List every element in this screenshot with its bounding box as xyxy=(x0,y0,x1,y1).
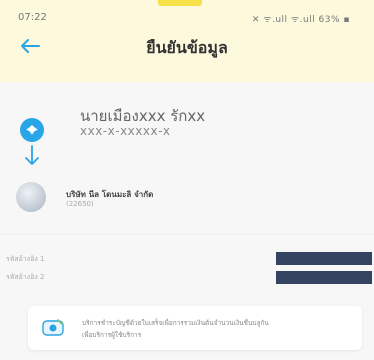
header-bar: 07:22 ✕ ᯤ.ull ᯤ.ull 63% ▪ ยืนยันข้อมูล xyxy=(0,0,374,82)
info-card: บริการชำระบัญชีด้วยใบเสร็จเพื่อการรวมเงิ… xyxy=(28,306,362,350)
info-text-line1: บริการชำระบัญชีด้วยใบเสร็จเพื่อการรวมเงิ… xyxy=(82,319,269,327)
detail-label-2: รหัสอ้างอิง 2 xyxy=(6,273,45,281)
redacted-value-2 xyxy=(276,271,372,284)
merchant-avatar xyxy=(16,182,46,212)
transfer-arrow-icon xyxy=(22,145,42,171)
page-title: ยืนยันข้อมูล xyxy=(146,38,228,57)
detail-label-1: รหัสอ้างอิง 1 xyxy=(6,255,45,263)
info-text-line2: เพื่อบริการผู้ใช้บริการ xyxy=(82,331,142,339)
status-time: 07:22 xyxy=(18,12,47,23)
to-account-code: (22650) xyxy=(66,200,94,208)
info-icon xyxy=(42,318,64,342)
bank-logo-icon xyxy=(20,118,44,142)
tab-indicator xyxy=(158,0,202,6)
status-icons: ✕ ᯤ.ull ᯤ.ull 63% ▪ xyxy=(251,15,350,25)
redacted-value-1 xyxy=(276,252,372,265)
from-account-number: xxx-x-xxxxx-x xyxy=(80,124,171,138)
divider xyxy=(0,234,374,235)
